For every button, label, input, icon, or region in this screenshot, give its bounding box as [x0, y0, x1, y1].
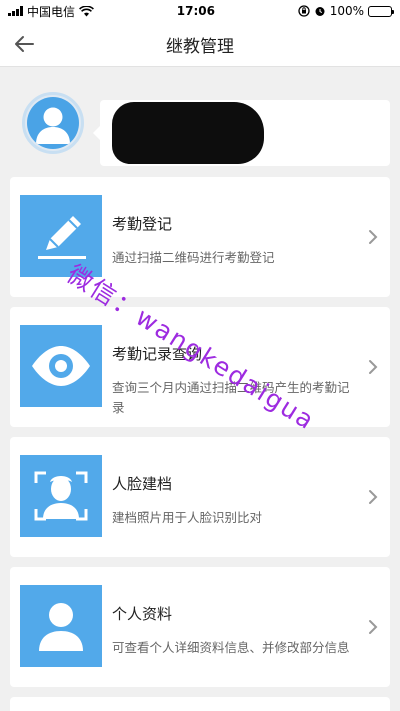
pencil-icon — [20, 195, 102, 277]
carrier-label: 中国电信 — [27, 4, 76, 19]
menu-item-desc: 可查看个人详细资料信息、并修改部分信息 — [112, 640, 350, 655]
menu-item-attendance-query[interactable]: 考勤记录查询 查询三个月内通过扫描二维码产生的考勤记录 — [10, 307, 390, 427]
battery-percent: 100% — [329, 4, 364, 18]
menu-item-attendance-register[interactable]: 考勤登记 通过扫描二维码进行考勤登记 — [10, 177, 390, 297]
person-icon — [36, 107, 70, 144]
chevron-right-icon — [369, 360, 378, 374]
menu-item-desc: 通过扫描二维码进行考勤登记 — [112, 250, 275, 265]
wifi-icon — [79, 5, 94, 16]
back-arrow-icon[interactable] — [12, 32, 36, 56]
profile-section — [0, 67, 400, 177]
menu-item-title: 个人资料 — [112, 605, 173, 623]
menu-item-profile[interactable]: 个人资料 可查看个人详细资料信息、并修改部分信息 — [10, 567, 390, 687]
battery-icon — [368, 5, 394, 17]
nav-bar: 继教管理 — [0, 22, 400, 67]
menu-item-title: 人脸建档 — [112, 475, 173, 493]
eye-icon — [20, 325, 102, 407]
chevron-right-icon — [369, 620, 378, 634]
chevron-right-icon — [369, 490, 378, 504]
page-title: 继教管理 — [166, 36, 234, 57]
menu-item-title: 考勤记录查询 — [112, 345, 203, 363]
menu-item-desc: 建档照片用于人脸识别比对 — [112, 510, 263, 525]
person-icon — [20, 585, 102, 667]
clock: 17:06 — [176, 4, 215, 18]
menu-item-title: 考勤登记 — [112, 215, 173, 233]
signal-icon — [8, 6, 23, 16]
status-bar: 中国电信 17:06 100% — [0, 0, 400, 22]
orientation-lock-icon — [298, 5, 310, 17]
menu-item-face-enroll[interactable]: 人脸建档 建档照片用于人脸识别比对 — [10, 437, 390, 557]
user-name-card — [93, 100, 390, 166]
menu-item-partial — [10, 697, 390, 711]
menu-list: 考勤登记 通过扫描二维码进行考勤登记 考勤记录查询 查询三个月内通过扫描二维码产… — [0, 177, 400, 711]
face-scan-icon — [20, 455, 102, 537]
alarm-icon — [315, 7, 325, 16]
chevron-right-icon — [369, 230, 378, 244]
avatar[interactable] — [22, 92, 84, 154]
menu-item-desc: 查询三个月内通过扫描二维码产生的考勤记录 — [112, 380, 350, 415]
redacted-name — [112, 102, 264, 164]
